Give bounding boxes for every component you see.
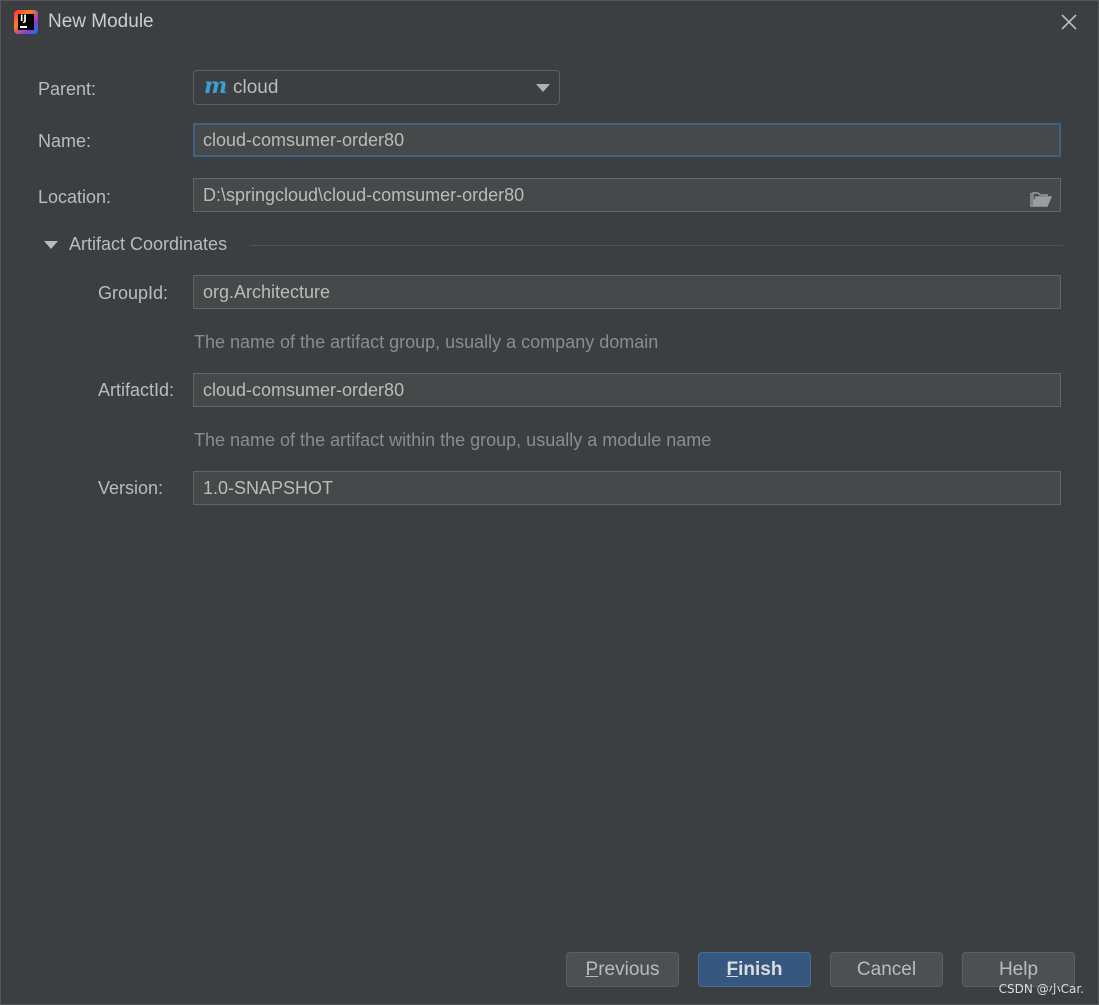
maven-m-icon: m (204, 73, 228, 99)
dialog-title: New Module (48, 11, 154, 32)
logo-text: IJ (20, 14, 27, 24)
group-id-hint: The name of the artifact group, usually … (194, 332, 659, 352)
name-field[interactable]: cloud-comsumer-order80 (193, 123, 1061, 157)
parent-dropdown[interactable]: m cloud (193, 70, 560, 105)
location-label: Location: (38, 187, 112, 207)
group-id-field[interactable]: org.Architecture (193, 275, 1061, 309)
location-value: D:\springcloud\cloud-comsumer-order80 (203, 185, 525, 205)
parent-value: cloud (233, 77, 279, 98)
folder-icon[interactable] (1030, 186, 1053, 207)
chevron-down-icon (536, 84, 550, 92)
previous-mnemonic: P (585, 959, 599, 980)
name-label: Name: (38, 131, 92, 151)
version-field[interactable]: 1.0-SNAPSHOT (193, 471, 1061, 505)
close-icon (1061, 14, 1077, 30)
artifact-id-hint: The name of the artifact within the grou… (194, 430, 712, 450)
artifact-coordinates-section: Artifact Coordinates (41, 233, 1063, 257)
artifact-id-field[interactable]: cloud-comsumer-order80 (193, 373, 1061, 407)
watermark: CSDN @小Car. (998, 982, 1084, 996)
intellij-logo-icon: IJ (14, 10, 38, 34)
new-module-dialog: IJ New Module Parent: m cloud Name: clou… (0, 0, 1099, 1005)
close-button[interactable] (1058, 11, 1080, 33)
group-id-label: GroupId: (98, 283, 169, 303)
previous-label: revious (598, 959, 660, 980)
parent-label: Parent: (38, 79, 97, 99)
previous-button[interactable]: Previous (566, 952, 679, 987)
section-divider (250, 245, 1063, 246)
section-title[interactable]: Artifact Coordinates (69, 234, 227, 255)
finish-label: inish (738, 959, 783, 980)
location-field[interactable]: D:\springcloud\cloud-comsumer-order80 (193, 178, 1061, 212)
finish-button[interactable]: Finish (698, 952, 811, 987)
collapse-triangle-icon[interactable] (44, 241, 58, 249)
finish-mnemonic: F (726, 959, 739, 980)
artifact-id-label: ArtifactId: (98, 380, 175, 400)
cancel-button[interactable]: Cancel (830, 952, 943, 987)
version-label: Version: (98, 478, 164, 498)
title-bar: IJ New Module (1, 1, 1098, 45)
